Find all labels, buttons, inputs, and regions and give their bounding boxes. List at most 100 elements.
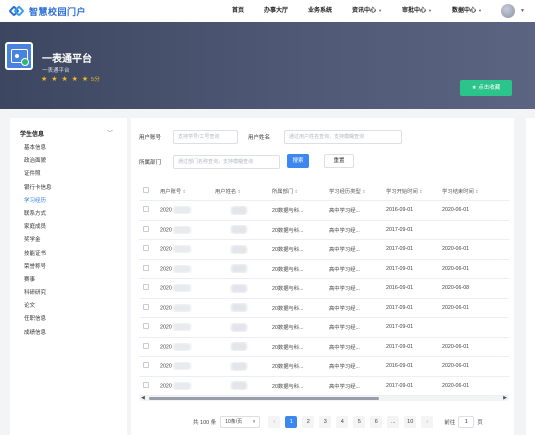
table-row[interactable]: 2020 20数据与科... 高中学习经... 2016-09-01 2020-06-0… <box>139 357 509 377</box>
page-button[interactable]: 2 <box>302 416 315 428</box>
page-numbers: 1 2 3 4 5 6... 10 <box>285 416 421 428</box>
sidebar-item-scholarship[interactable]: 奖学金 <box>24 234 124 247</box>
next-page-button[interactable]: › <box>421 416 434 428</box>
cell-end: 2020-06-01 <box>442 382 470 389</box>
cell-type: 高中学习经... <box>329 208 360 215</box>
row-checkbox[interactable] <box>143 323 149 330</box>
sidebar-item-grades[interactable]: 成绩信息 <box>24 327 124 340</box>
sidebar-section-title[interactable]: 学生信息 <box>20 129 44 138</box>
nav-item-service-hall[interactable]: 办事大厅 <box>254 0 298 22</box>
row-checkbox[interactable] <box>143 284 149 291</box>
sort-icon[interactable]: ⇕ <box>362 189 366 194</box>
row-checkbox[interactable] <box>143 362 149 369</box>
sidebar-item-papers[interactable]: 论文 <box>24 300 124 313</box>
sort-icon[interactable]: ⇕ <box>294 189 298 194</box>
cell-start: 2016-09-01 <box>386 363 414 370</box>
cell-name <box>215 264 272 274</box>
nav-item-data-center[interactable]: 数据中心 ▼ <box>442 0 492 22</box>
page-button[interactable]: 3 <box>319 416 332 428</box>
table-row[interactable]: 2020 20数据与科... 高中学习经... 2016-09-01 2020-06-0… <box>139 201 509 221</box>
chevron-down-icon: ▼ <box>428 8 433 13</box>
row-checkbox[interactable] <box>143 342 149 349</box>
sidebar-item-research[interactable]: 科研研究 <box>24 287 124 300</box>
sidebar-item-study-history[interactable]: 学习经历 <box>24 195 124 208</box>
user-avatar[interactable] <box>501 4 515 18</box>
cell-start: 2016-09-01 <box>386 207 414 214</box>
sidebar-item-political-status[interactable]: 政治面貌 <box>24 155 124 168</box>
row-checkbox[interactable] <box>143 381 149 388</box>
nav-item-approval-center[interactable]: 审批中心 ▼ <box>392 0 442 22</box>
column-header-start[interactable]: 学习开始时间⇕ <box>386 187 442 195</box>
sidebar-item-certificates[interactable]: 技能证书 <box>24 248 124 261</box>
cell-name <box>215 225 272 235</box>
page-button[interactable]: 4 <box>336 416 349 428</box>
horizontal-scrollbar[interactable]: ◀ ▶ <box>139 395 509 401</box>
favorite-button[interactable]: ★ 点击收藏 <box>460 80 512 96</box>
column-header-end[interactable]: 学习结束时间⇕ <box>442 187 498 195</box>
sidebar-item-competitions[interactable]: 赛事 <box>24 274 124 287</box>
cell-end: 2020-06-01 <box>442 343 470 350</box>
sidebar-item-honors[interactable]: 荣誉称号 <box>24 261 124 274</box>
page-ellipsis[interactable]: ... <box>387 416 400 428</box>
row-checkbox[interactable] <box>143 264 149 271</box>
table-row[interactable]: 2020 20数据与科... 高中学习经... 2017-09-01 2020-06-0… <box>139 240 509 260</box>
goto-page-input[interactable]: 1 <box>458 416 475 428</box>
name-search-input[interactable]: 通过用户姓名查询，支持模糊查询 <box>284 130 402 144</box>
redacted-block <box>172 284 191 293</box>
table-row[interactable]: 2020 20数据与科... 高中学习经... 2017-09-01 2020-06-0… <box>139 260 509 279</box>
table-row[interactable]: 2020 20数据与科... 高中学习经... 2017-09-01 2020-06-0… <box>139 299 509 318</box>
dept-search-input[interactable]: 通过部门名称查询，支持模糊查询 <box>173 155 280 169</box>
redacted-block <box>231 381 247 391</box>
sidebar-item-family[interactable]: 家庭成员 <box>24 221 124 234</box>
portal-logo[interactable]: 智慧校园门户 <box>8 5 86 18</box>
nav-item-news-center[interactable]: 资讯中心 ▼ <box>342 0 392 22</box>
scroll-right-icon[interactable]: ▶ <box>503 395 507 401</box>
scrollbar-thumb[interactable] <box>149 397 379 400</box>
prev-page-button[interactable]: ‹ <box>268 416 281 428</box>
column-header-name[interactable]: 用户姓名⇕ <box>215 187 272 195</box>
sort-icon[interactable]: ⇕ <box>475 189 479 194</box>
caret-down-icon[interactable]: ▼ <box>520 8 525 14</box>
nav-item-home[interactable]: 首页 <box>222 0 254 22</box>
sidebar-item-bank-card[interactable]: 银行卡信息 <box>24 182 124 195</box>
page-size-select[interactable]: 10条/页 ▼ <box>220 416 261 428</box>
row-checkbox[interactable] <box>143 225 149 232</box>
column-header-dept[interactable]: 所属部门⇕ <box>272 187 329 195</box>
chevron-down-icon[interactable]: ﹀ <box>107 128 113 137</box>
nav-label: 资讯中心 <box>352 8 377 14</box>
sidebar-item-basic-info[interactable]: 基本信息 <box>24 142 124 155</box>
cell-type: 高中学习经... <box>329 344 360 351</box>
row-checkbox[interactable] <box>143 303 149 310</box>
sidebar-item-positions[interactable]: 任职信息 <box>24 313 124 326</box>
table-row[interactable]: 2020 20数据与科... 高中学习经... 2017-09-01 2020-06-0… <box>139 377 509 396</box>
table-row[interactable]: 2020 20数据与科... 高中学习经... 2016-09-01 2020-06-0… <box>139 279 509 299</box>
reset-button[interactable]: 重置 <box>324 154 354 168</box>
page-button[interactable]: 1 <box>285 416 298 428</box>
table-row[interactable]: 2020 20数据与科... 高中学习经... 2017-09-01 <box>139 318 509 338</box>
column-header-account[interactable]: 用户账号⇕ <box>160 187 215 195</box>
check-badge-icon <box>21 58 29 66</box>
redacted-block <box>231 244 247 254</box>
page-button[interactable]: 6 <box>370 416 383 428</box>
logo-icon <box>8 5 25 17</box>
sort-icon[interactable]: ⇕ <box>182 189 186 194</box>
row-checkbox[interactable] <box>143 206 149 213</box>
sort-icon[interactable]: ⇕ <box>419 189 423 194</box>
cell-account: 2020 <box>160 245 215 254</box>
sidebar-item-id-photo[interactable]: 证件照 <box>24 168 124 181</box>
table-row[interactable]: 2020 20数据与科... 高中学习经... 2017-09-01 <box>139 221 509 240</box>
select-all-checkbox[interactable] <box>143 186 149 193</box>
sort-icon[interactable]: ⇕ <box>237 189 241 194</box>
account-search-input[interactable]: 支持学号/工号查询 <box>173 130 238 144</box>
page-button[interactable]: 10 <box>404 416 417 428</box>
column-header-type[interactable]: 学习经历类型⇕ <box>329 187 386 195</box>
scroll-left-icon[interactable]: ◀ <box>141 395 145 401</box>
search-button[interactable]: 搜索 <box>287 154 309 168</box>
sidebar-item-contact[interactable]: 联系方式 <box>24 208 124 221</box>
page-button[interactable]: 5 <box>353 416 366 428</box>
account-text: 2020 <box>160 305 172 312</box>
row-checkbox[interactable] <box>143 245 149 252</box>
nav-item-business-systems[interactable]: 业务系统 <box>298 0 342 22</box>
table-row[interactable]: 2020 20数据与科... 高中学习经... 2017-09-01 2020-06-0… <box>139 338 509 357</box>
app-title: 一表通平台 <box>42 54 92 65</box>
